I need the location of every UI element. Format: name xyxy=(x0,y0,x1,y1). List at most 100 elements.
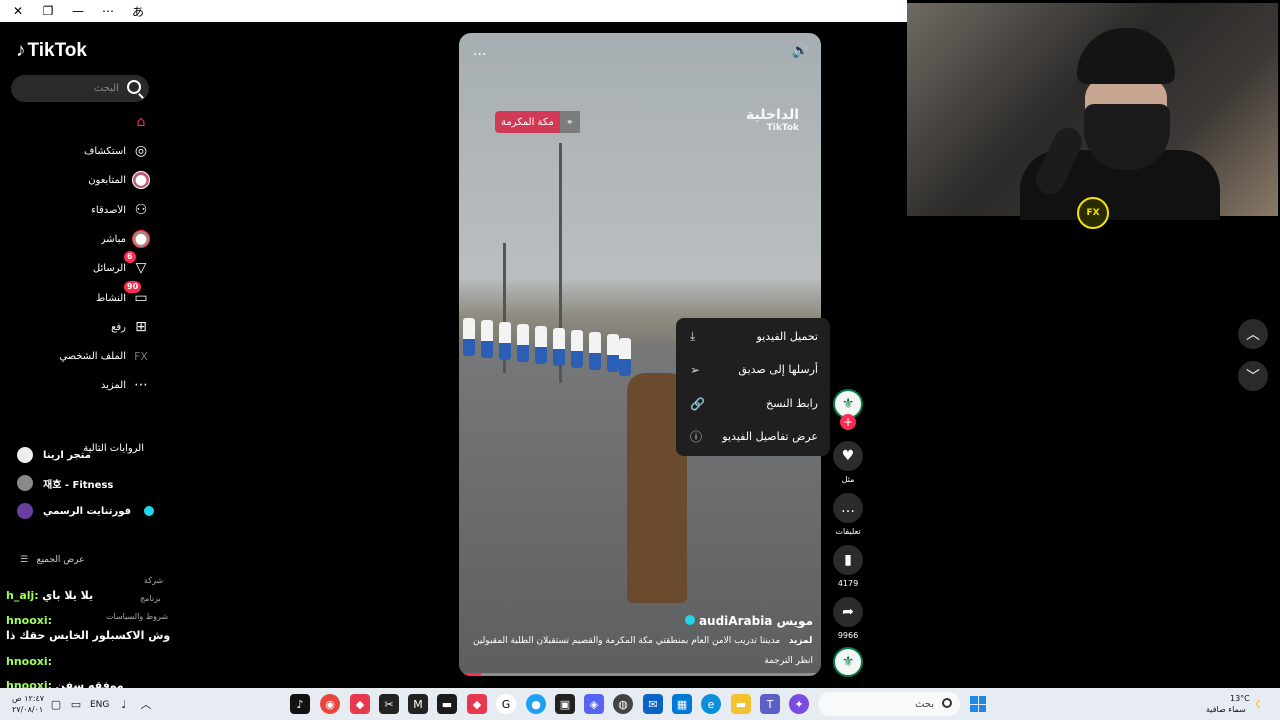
footer-link[interactable]: شركة xyxy=(144,576,163,585)
app-icon[interactable]: ● xyxy=(526,694,546,714)
video-author[interactable]: audiArabia مويس xyxy=(682,614,813,628)
bookmark-button[interactable]: ▮ 4179 xyxy=(832,545,864,588)
store-icon[interactable]: ▦ xyxy=(672,694,692,714)
network-icon[interactable]: ▭ xyxy=(66,694,86,714)
app-icon[interactable]: ▣ xyxy=(555,694,575,714)
music-disc-button[interactable]: ⚜ xyxy=(832,647,864,677)
app-icon[interactable]: ▬ xyxy=(437,694,457,714)
profile-icon: FX xyxy=(134,349,148,363)
copilot-icon[interactable]: ✦ xyxy=(789,694,809,714)
search-input[interactable]: البحث xyxy=(11,75,149,102)
list-icon: ☰ xyxy=(20,555,29,565)
google-icon[interactable]: G xyxy=(496,694,516,714)
notification-icon[interactable]: ▢ xyxy=(46,694,66,714)
more-dots-icon: ⋯ xyxy=(134,377,148,393)
avatar xyxy=(17,475,33,491)
chevron-down-icon: ﹀ xyxy=(1246,369,1260,385)
search-icon[interactable] xyxy=(127,80,141,94)
chevron-up-icon: ︿ xyxy=(1246,327,1260,343)
browser-titlebar: ✕ ❐ — ⋯ あ xyxy=(0,0,907,22)
close-icon[interactable]: ✕ xyxy=(10,4,26,18)
following-account[interactable]: 재호 - Fitness xyxy=(17,474,113,492)
windows-start-icon[interactable] xyxy=(970,696,986,712)
compass-icon: ◎ xyxy=(134,143,148,159)
weather-temp[interactable]: 13°C xyxy=(1230,694,1250,703)
obs-icon[interactable]: ◍ xyxy=(613,694,633,714)
menu-send-to-friend[interactable]: ➢ أرسلها إلى صديق xyxy=(676,353,830,386)
live-avatar-icon: ● xyxy=(132,230,150,248)
chat-message: hnooxi: xyxy=(6,655,53,668)
link-icon: 🔗 xyxy=(690,396,705,411)
folder-icon[interactable]: ▬ xyxy=(731,694,751,714)
home-icon: ⌂ xyxy=(136,114,146,130)
mail-icon[interactable]: ✉ xyxy=(643,694,663,714)
video-caption: المزيد مدينتا تدريب الأمن العام بمنطقتي … xyxy=(473,636,813,646)
language-indicator[interactable]: ENG xyxy=(90,700,109,710)
messages-badge: 6 xyxy=(124,251,136,263)
edge-icon[interactable]: e xyxy=(701,694,721,714)
app-icon[interactable]: ◈ xyxy=(584,694,604,714)
tray-expand-icon[interactable]: ︿ xyxy=(136,694,156,714)
sound-icon[interactable]: 🔊 xyxy=(792,43,809,59)
menu-download-video[interactable]: ⤓ تحميل الفيديو xyxy=(676,320,830,353)
moon-icon[interactable]: ☾ xyxy=(1250,694,1270,714)
taskbar-search[interactable]: بحث xyxy=(818,692,960,716)
video-more-icon[interactable]: ... xyxy=(473,43,486,59)
search-icon xyxy=(942,698,952,708)
comment-button[interactable]: … تعليقات xyxy=(832,493,864,536)
location-pin-icon: ⌖ xyxy=(559,111,580,133)
nav-explore[interactable]: استكشاف ◎ xyxy=(10,139,150,163)
nav-friends[interactable]: الأصدقاء ⚇ xyxy=(10,198,150,222)
chat-message: h_alj: يلا يلا باي xyxy=(6,589,94,602)
weather-desc[interactable]: سماء صافية xyxy=(1206,705,1246,714)
see-all-link[interactable]: ☰ عرض الجميع xyxy=(20,555,85,565)
music-disc-icon: ⚜ xyxy=(833,647,863,677)
nav-activity[interactable]: النشاط ▭ 90 xyxy=(10,281,150,310)
location-tag[interactable]: مكة المكرمة ⌖ xyxy=(495,111,580,133)
teams-icon[interactable]: T xyxy=(760,694,780,714)
following-account[interactable]: متجر ارينا xyxy=(17,446,91,464)
nav-profile[interactable]: الملف الشخصي FX xyxy=(10,344,150,368)
caption-more-link[interactable]: المزيد xyxy=(789,636,813,646)
avatar xyxy=(17,447,33,463)
avatar xyxy=(17,503,33,519)
nav-upload[interactable]: رفع ⊞ xyxy=(10,315,150,339)
restore-icon[interactable]: ❐ xyxy=(40,4,56,18)
activity-badge: 90 xyxy=(124,281,142,293)
tiktok-logo[interactable]: ♪ TikTok xyxy=(16,40,87,62)
share-button[interactable]: ➦ 9966 xyxy=(832,597,864,640)
nav-following[interactable]: المتابعون ● xyxy=(10,168,150,192)
following-account[interactable]: فورتنايت الرسمي xyxy=(17,502,155,520)
minimize-icon[interactable]: — xyxy=(70,4,86,18)
see-translation-link[interactable]: انظر الترجمة xyxy=(764,656,813,666)
share-icon: ➦ xyxy=(833,597,863,627)
translate-icon[interactable]: あ xyxy=(130,3,146,20)
video-context-menu: ⤓ تحميل الفيديو ➢ أرسلها إلى صديق 🔗 رابط… xyxy=(676,318,830,456)
upload-icon: ⊞ xyxy=(135,319,147,335)
capcut-icon[interactable]: ✂ xyxy=(379,694,399,714)
next-video-button[interactable]: ﹀ xyxy=(1238,361,1268,391)
previous-video-button[interactable]: ︿ xyxy=(1238,319,1268,349)
tiktok-app-icon[interactable]: ♪ xyxy=(290,694,310,714)
follow-plus-icon[interactable]: + xyxy=(840,414,856,430)
menu-video-details[interactable]: ⓘ عرض تفاصيل الفيديو xyxy=(676,420,830,453)
following-accounts-title: الروايات التالية xyxy=(83,443,144,454)
nav-home[interactable]: ⌂ xyxy=(10,110,150,134)
app-icon[interactable]: ◆ xyxy=(467,694,487,714)
chrome-icon[interactable]: ◉ xyxy=(320,694,340,714)
footer-link[interactable]: شروط والسياسات xyxy=(106,612,168,621)
streamer-logo: FX xyxy=(1077,197,1109,229)
footer-link[interactable]: برنامج xyxy=(140,594,161,603)
app-icon[interactable]: M xyxy=(408,694,428,714)
clock-time[interactable]: ١٢:٤٧ ص xyxy=(12,694,44,703)
nav-more[interactable]: المزيد ⋯ xyxy=(10,373,150,397)
app-icon[interactable]: ◆ xyxy=(350,694,370,714)
menu-copy-link[interactable]: 🔗 رابط النسخ xyxy=(676,387,830,420)
nav-messages[interactable]: الرسائل ▽ 6 xyxy=(10,251,150,280)
clock-date[interactable]: ٢٧/٠٨/٠١ xyxy=(12,705,43,714)
more-icon[interactable]: ⋯ xyxy=(100,4,116,18)
microphone-icon[interactable]: ♩ xyxy=(114,694,134,714)
nav-live[interactable]: مباشر ● xyxy=(10,227,150,251)
like-button[interactable]: ♥ مثل xyxy=(832,441,864,484)
video-progress-bar[interactable] xyxy=(459,673,821,676)
